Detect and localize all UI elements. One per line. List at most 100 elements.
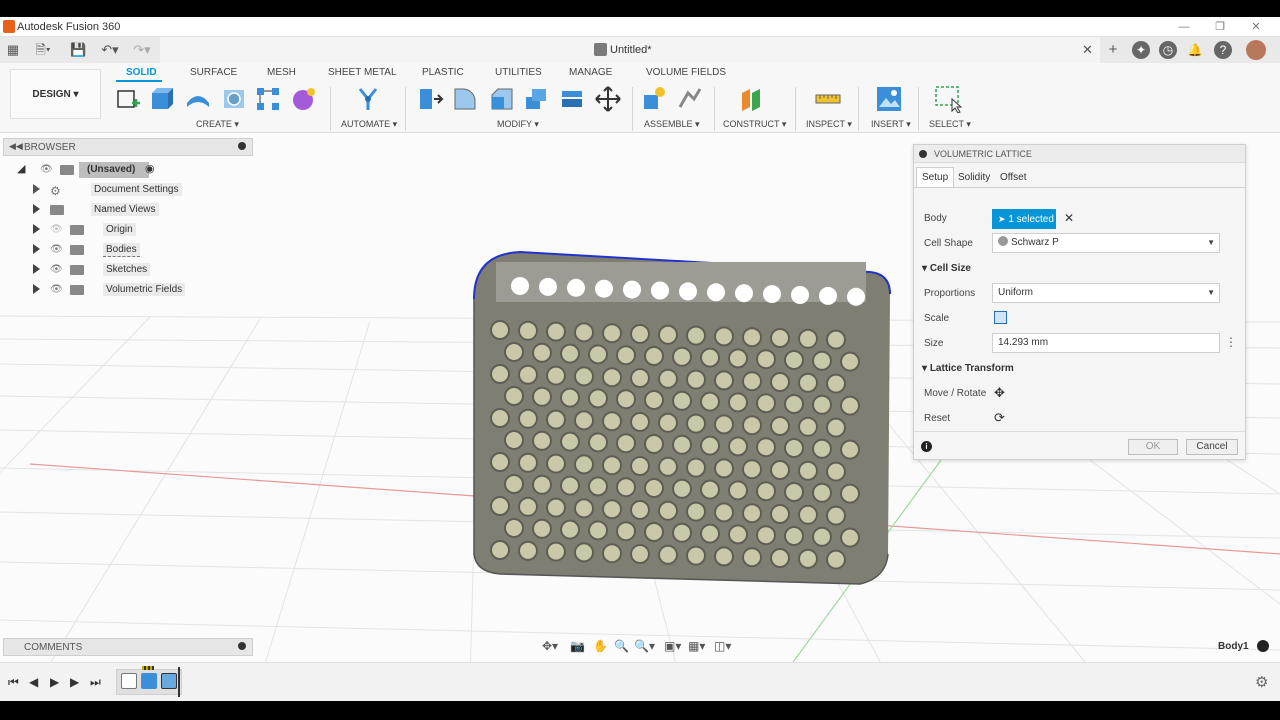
grid-settings-icon[interactable]: ▦▾ (688, 639, 705, 653)
form-icon[interactable] (290, 85, 318, 113)
tab-mesh[interactable]: MESH (267, 67, 296, 78)
tab-plastic[interactable]: PLASTIC (422, 67, 464, 78)
expand-icon[interactable] (33, 244, 40, 254)
lattice-transform-section[interactable]: ▾ Lattice Transform (922, 363, 1014, 374)
insert-group-label[interactable]: INSERT ▾ (871, 119, 911, 130)
proportions-select[interactable]: Uniform ▼ (992, 283, 1220, 303)
go-to-start-icon[interactable]: ⏮ (8, 675, 19, 690)
pan-hand-icon[interactable]: ✋ (593, 639, 608, 653)
collapse-browser-icon[interactable]: ◀◀ (9, 141, 23, 152)
browser-root[interactable]: ◢ 👁 (Unsaved) ◉ (17, 161, 217, 179)
tab-manage[interactable]: MANAGE (569, 67, 612, 78)
timeline-lattice-feature[interactable] (161, 673, 177, 689)
data-panel-grid-icon[interactable]: ▦ (6, 42, 20, 58)
expand-icon[interactable] (33, 284, 40, 294)
expand-icon[interactable] (33, 264, 40, 274)
expand-root-icon[interactable]: ◢ (17, 162, 25, 175)
fit-icon[interactable]: 🔍▾ (634, 639, 655, 653)
fillet-icon[interactable] (451, 85, 479, 113)
document-tab[interactable]: Untitled* ✕ (160, 37, 1100, 63)
browser-item-origin[interactable]: 👁 Origin (33, 221, 233, 239)
play-icon[interactable]: ▶ (50, 675, 59, 689)
automate-group-label[interactable]: AUTOMATE ▾ (341, 119, 397, 130)
close-window-button[interactable]: ✕ (1246, 19, 1266, 35)
close-tab-icon[interactable]: ✕ (1082, 42, 1093, 58)
zoom-icon[interactable]: 🔍 (614, 639, 629, 653)
hidden-eye-icon[interactable]: 👁 (50, 224, 63, 235)
tab-sheet-metal[interactable]: SHEET METAL (328, 67, 397, 78)
go-to-end-icon[interactable]: ⏭ (90, 675, 101, 690)
timeline-sketch-feature[interactable] (121, 673, 137, 689)
redo-icon[interactable]: ↷▾ (130, 42, 154, 58)
browser-item-bodies[interactable]: 👁 Bodies (33, 241, 233, 259)
scale-manipulator-icon[interactable] (994, 311, 1007, 324)
measure-icon[interactable] (814, 85, 842, 113)
save-icon[interactable]: 💾 (70, 42, 86, 58)
tab-surface[interactable]: SURFACE (190, 67, 237, 78)
ok-button[interactable]: OK (1128, 439, 1178, 455)
visibility-eye-icon[interactable]: 👁 (50, 264, 63, 275)
selection-filter-icon[interactable] (1257, 640, 1269, 652)
add-comment-icon[interactable] (238, 642, 246, 650)
offset-plane-icon[interactable] (738, 85, 766, 113)
collapse-dialog-icon[interactable] (919, 150, 927, 158)
tab-volume-fields[interactable]: VOLUME FIELDS (646, 67, 726, 78)
user-avatar[interactable] (1246, 40, 1266, 60)
move-rotate-icon[interactable]: ✥ (994, 385, 1005, 401)
expand-icon[interactable] (33, 224, 40, 234)
browser-header[interactable]: ◀◀ BROWSER (3, 138, 253, 156)
modify-group-label[interactable]: MODIFY ▾ (497, 119, 539, 130)
job-status-icon[interactable]: ◷ (1159, 41, 1177, 59)
browser-item-named-views[interactable]: Named Views (33, 201, 233, 219)
tab-utilities[interactable]: UTILITIES (495, 67, 542, 78)
browser-item-sketches[interactable]: 👁 Sketches (33, 261, 233, 279)
tab-offset[interactable]: Offset (994, 167, 1033, 187)
look-at-icon[interactable]: 📷 (570, 639, 585, 653)
construct-group-label[interactable]: CONSTRUCT ▾ (723, 119, 786, 130)
create-sketch-icon[interactable] (114, 85, 142, 113)
window-select-icon[interactable] (934, 85, 962, 113)
create-group-label[interactable]: CREATE ▾ (196, 119, 239, 130)
timeline-marker[interactable] (178, 667, 180, 697)
new-component-icon[interactable] (640, 85, 668, 113)
browser-options-icon[interactable] (238, 142, 246, 150)
notifications-bell-icon[interactable]: 🔔 (1186, 41, 1204, 59)
expand-icon[interactable] (33, 184, 40, 194)
more-options-icon[interactable]: ⋮ (1225, 335, 1237, 349)
rectangular-pattern-icon[interactable] (254, 85, 282, 113)
orbit-icon[interactable]: ✥▾ (542, 639, 558, 653)
dialog-header[interactable]: VOLUMETRIC LATTICE (914, 145, 1245, 163)
comments-panel[interactable]: COMMENTS (3, 638, 253, 656)
step-back-icon[interactable]: ◀ (29, 675, 38, 689)
revolve-icon[interactable] (184, 85, 212, 113)
timeline-extrude-feature[interactable] (141, 673, 157, 689)
browser-item-volumetric-fields[interactable]: 👁 Volumetric Fields (33, 281, 233, 299)
undo-icon[interactable]: ↶▾ (98, 42, 122, 58)
cancel-button[interactable]: Cancel (1186, 439, 1238, 455)
cell-shape-select[interactable]: Schwarz P ▼ (992, 233, 1220, 253)
move-copy-icon[interactable] (594, 85, 622, 113)
hole-icon[interactable] (220, 85, 248, 113)
help-icon[interactable]: ? (1214, 41, 1232, 59)
size-input[interactable]: 14.293 mm (992, 333, 1220, 353)
tab-solid[interactable]: SOLID (126, 67, 157, 78)
extrude-icon[interactable] (148, 85, 176, 113)
step-forward-icon[interactable]: ▶ (70, 675, 79, 689)
file-menu-icon[interactable]: 🗎▾ (32, 42, 54, 58)
joint-icon[interactable] (676, 85, 704, 113)
reset-icon[interactable]: ⟳ (994, 410, 1005, 426)
visibility-eye-icon[interactable]: 👁 (50, 244, 63, 255)
maximize-button[interactable]: ❐ (1210, 19, 1230, 35)
insert-image-icon[interactable] (875, 85, 903, 113)
press-pull-icon[interactable] (416, 85, 444, 113)
assemble-group-label[interactable]: ASSEMBLE ▾ (644, 119, 700, 130)
select-group-label[interactable]: SELECT ▾ (929, 119, 971, 130)
visibility-eye-icon[interactable]: 👁 (50, 284, 63, 295)
tab-solidity[interactable]: Solidity (952, 167, 996, 187)
activate-radio-icon[interactable]: ◉ (145, 162, 155, 175)
chamfer-icon[interactable] (488, 85, 516, 113)
browser-item-document-settings[interactable]: ⚙ Document Settings (33, 181, 233, 199)
display-settings-icon[interactable]: ▣▾ (664, 639, 681, 653)
shell-icon[interactable] (522, 85, 550, 113)
automate-icon[interactable] (354, 85, 382, 113)
